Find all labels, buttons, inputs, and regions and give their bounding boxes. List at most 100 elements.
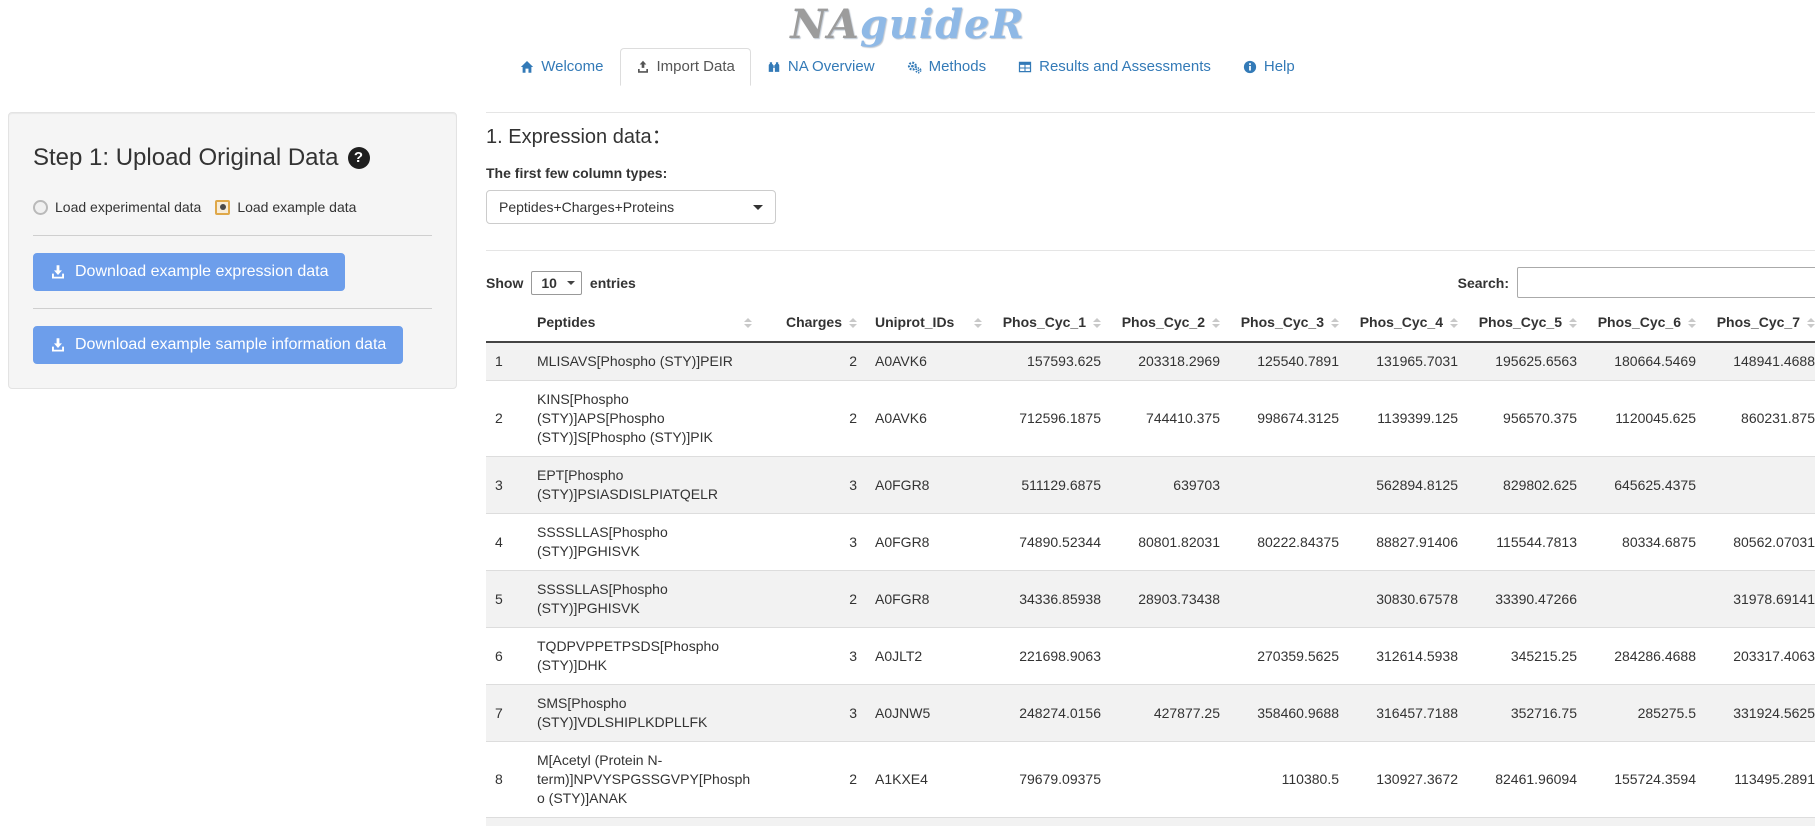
tab-methods[interactable]: Methods — [891, 48, 1003, 86]
search-input[interactable] — [1517, 267, 1815, 298]
tab-label: Help — [1264, 58, 1295, 76]
section-title: 1. Expression data： — [486, 125, 1815, 149]
sort-icon[interactable] — [849, 318, 857, 328]
expression-data-table: PeptidesChargesUniprot_IDsPhos_Cyc_1Phos… — [486, 304, 1815, 826]
download-sample-info-button[interactable]: Download example sample information data — [33, 326, 403, 364]
value-cell: 79679.09375 — [991, 742, 1110, 818]
divider — [33, 308, 432, 309]
charge-cell: 2 — [761, 381, 866, 457]
table-icon — [1018, 60, 1032, 74]
table-header-row: PeptidesChargesUniprot_IDsPhos_Cyc_1Phos… — [486, 304, 1815, 342]
tab-results-and-assessments[interactable]: Results and Assessments — [1002, 48, 1227, 86]
column-header-phos-cyc-6[interactable]: Phos_Cyc_6 — [1586, 304, 1705, 342]
column-header-label: Phos_Cyc_5 — [1479, 313, 1562, 332]
sort-icon[interactable] — [744, 318, 752, 328]
radio-load-example-data[interactable]: Load example data — [215, 199, 356, 215]
value-cell: 221698.9063 — [991, 628, 1110, 685]
column-types-select[interactable]: Peptides+Charges+Proteins — [486, 190, 776, 224]
value-cell: 113495.2891 — [1705, 742, 1815, 818]
column-header-charges[interactable]: Charges — [761, 304, 866, 342]
value-cell: 28903.73438 — [1110, 571, 1229, 628]
row-number-header — [486, 304, 528, 342]
value-cell: 115544.7813 — [1467, 514, 1586, 571]
radio-label: Load example data — [237, 199, 356, 215]
value-cell: 562894.8125 — [1348, 457, 1467, 514]
app-logo-na: NA — [790, 1, 860, 48]
charge-cell: 3 — [761, 685, 866, 742]
table-row: 8M[Acetyl (Protein N-term)]NPVYSPGSSGVPY… — [486, 742, 1815, 818]
radio-label: Load experimental data — [55, 199, 201, 215]
peptide-cell: KINS[Phospho (STY)]APS[Phospho (STY)]S[P… — [528, 381, 761, 457]
sort-icon[interactable] — [1688, 318, 1696, 328]
value-cell: 203317.4063 — [1705, 628, 1815, 685]
value-cell: 1139399.125 — [1348, 381, 1467, 457]
tab-import-data[interactable]: Import Data — [620, 48, 751, 86]
tab-welcome[interactable]: Welcome — [504, 48, 619, 86]
sort-icon[interactable] — [1569, 318, 1577, 328]
value-cell: 956570.375 — [1467, 381, 1586, 457]
uniprot-cell: A0AVK6 — [866, 342, 991, 381]
sort-icon[interactable] — [1807, 318, 1815, 328]
sort-icon[interactable] — [974, 318, 982, 328]
radio-unselected-icon[interactable] — [33, 200, 48, 215]
page-header: NAguideR WelcomeImport DataNA OverviewMe… — [0, 0, 1815, 86]
column-header-phos-cyc-2[interactable]: Phos_Cyc_2 — [1110, 304, 1229, 342]
column-header-phos-cyc-4[interactable]: Phos_Cyc_4 — [1348, 304, 1467, 342]
download-expression-button[interactable]: Download example expression data — [33, 253, 345, 291]
column-header-label: Charges — [786, 313, 842, 332]
sort-icon[interactable] — [1331, 318, 1339, 328]
value-cell: 130927.3672 — [1348, 742, 1467, 818]
tab-help[interactable]: Help — [1227, 48, 1311, 86]
peptide-cell: SMS[Phospho (STY)]VDLSHIPLKDPLLFK — [528, 685, 761, 742]
row-number: 8 — [486, 742, 528, 818]
row-number: 5 — [486, 571, 528, 628]
column-header-label: Phos_Cyc_7 — [1717, 313, 1800, 332]
value-cell: 88827.91406 — [1348, 514, 1467, 571]
value-cell: 30830.67578 — [1348, 571, 1467, 628]
page-size-value: 10 — [541, 275, 557, 291]
column-header-uniprot-ids[interactable]: Uniprot_IDs — [866, 304, 991, 342]
column-header-peptides[interactable]: Peptides — [528, 304, 761, 342]
charge-cell: 2 — [761, 742, 866, 818]
uniprot-cell: A1KXE4 — [866, 742, 991, 818]
entries-label: entries — [590, 275, 636, 291]
column-header-phos-cyc-5[interactable]: Phos_Cyc_5 — [1467, 304, 1586, 342]
peptide-cell: SSSSLLAS[Phospho (STY)]PGHISVK — [528, 571, 761, 628]
value-cell: 80562.07031 — [1705, 514, 1815, 571]
column-header-phos-cyc-7[interactable]: Phos_Cyc_7 — [1705, 304, 1815, 342]
value-cell: 80801.82031 — [1110, 514, 1229, 571]
column-header-phos-cyc-1[interactable]: Phos_Cyc_1 — [991, 304, 1110, 342]
upload-icon — [636, 60, 650, 74]
sort-icon[interactable] — [1212, 318, 1220, 328]
peptide-cell: TQDPVPPETPSDS[Phospho (STY)]DHK — [528, 628, 761, 685]
radio-selected-icon[interactable] — [215, 200, 230, 215]
row-number: 7 — [486, 685, 528, 742]
tab-na-overview[interactable]: NA Overview — [751, 48, 891, 86]
divider — [33, 235, 432, 236]
show-label: Show — [486, 275, 523, 291]
value-cell: 998674.3125 — [1229, 381, 1348, 457]
peptide-cell: EPT[Phospho (STY)]PSIASDISLPIATQELR — [528, 457, 761, 514]
sort-icon[interactable] — [1450, 318, 1458, 328]
step-title: Step 1: Upload Original Data — [33, 143, 339, 173]
value-cell: 203318.2969 — [1110, 342, 1229, 381]
value-cell: 31978.69141 — [1705, 571, 1815, 628]
value-cell — [1110, 628, 1229, 685]
table-row: 3EPT[Phospho (STY)]PSIASDISLPIATQELR3A0F… — [486, 457, 1815, 514]
value-cell: 645625.4375 — [1586, 457, 1705, 514]
data-source-radio-group: Load experimental data Load example data — [33, 199, 432, 215]
column-header-label: Peptides — [537, 313, 595, 332]
sort-icon[interactable] — [1093, 318, 1101, 328]
radio-load-experimental-data[interactable]: Load experimental data — [33, 199, 201, 215]
charge-cell: 3 — [761, 514, 866, 571]
page-size-select[interactable]: 10 — [531, 271, 582, 295]
value-cell — [1110, 742, 1229, 818]
peptide-cell: M[Acetyl (Protein N-term)]NPVYSPGSSGVPY[… — [528, 742, 761, 818]
question-circle-icon[interactable]: ? — [348, 147, 370, 169]
row-number: 4 — [486, 514, 528, 571]
value-cell: 345215.25 — [1467, 628, 1586, 685]
gears-icon — [907, 60, 922, 74]
column-header-phos-cyc-3[interactable]: Phos_Cyc_3 — [1229, 304, 1348, 342]
row-number: 3 — [486, 457, 528, 514]
sidebar-panel: Step 1: Upload Original Data ? Load expe… — [8, 112, 457, 389]
